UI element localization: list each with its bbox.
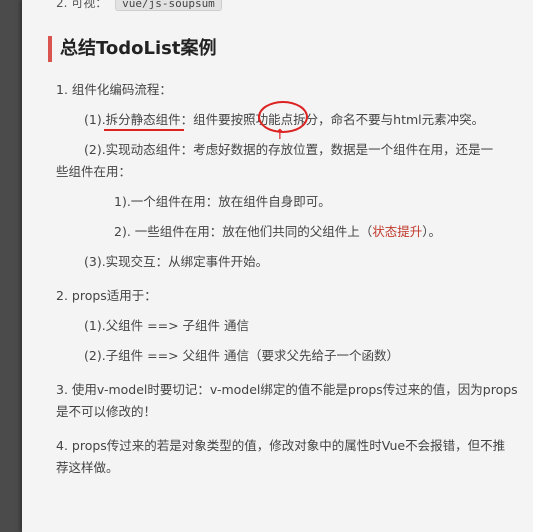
list-item: 些组件在用： bbox=[56, 164, 132, 179]
red-underline-annotation bbox=[104, 129, 184, 131]
list-item: (3).实现交互：从绑定事件开始。 bbox=[84, 254, 269, 269]
list-item: (2).子组件 ==> 父组件 通信（要求父先给子一个函数） bbox=[84, 348, 400, 363]
list-item: 3. 使用v-model时要切记：v-model绑定的值不能是props传过来的… bbox=[56, 382, 518, 397]
item-text: 2). 一些组件在用：放在他们共同的父组件上（ bbox=[114, 224, 373, 239]
list-item: 2. props适用于： bbox=[56, 288, 157, 303]
list-item: 2). 一些组件在用：放在他们共同的父组件上（状态提升）。 bbox=[114, 224, 441, 240]
document-page: 2. 可视： vue/js-soupsum 总结TodoList案例 1. 组件… bbox=[22, 0, 533, 532]
highlight-text: 状态提升 bbox=[372, 224, 423, 239]
section-title: 总结TodoList案例 bbox=[48, 36, 216, 62]
list-item: 是不可以修改的！ bbox=[56, 404, 157, 419]
top-fragment-label: 2. 可视： bbox=[56, 0, 108, 10]
item-text: ）。 bbox=[422, 224, 442, 239]
list-item: (2).实现动态组件：考虑好数据的存放位置，数据是一个组件在用，还是一 bbox=[84, 142, 494, 157]
red-arrow-annotation: ↑ bbox=[274, 127, 286, 143]
top-fragment-code: vue/js-soupsum bbox=[115, 0, 222, 11]
list-item: 1. 组件化编码流程： bbox=[56, 82, 172, 97]
list-item: 4. props传过来的若是对象类型的值，修改对象中的属性时Vue不会报错，但不… bbox=[56, 438, 506, 453]
list-item: 1).一个组件在用：放在组件自身即可。 bbox=[114, 194, 331, 209]
list-item: 荐这样做。 bbox=[56, 460, 119, 475]
list-item: (1).父组件 ==> 子组件 通信 bbox=[84, 318, 250, 333]
top-fragment: 2. 可视： vue/js-soupsum bbox=[56, 0, 222, 11]
